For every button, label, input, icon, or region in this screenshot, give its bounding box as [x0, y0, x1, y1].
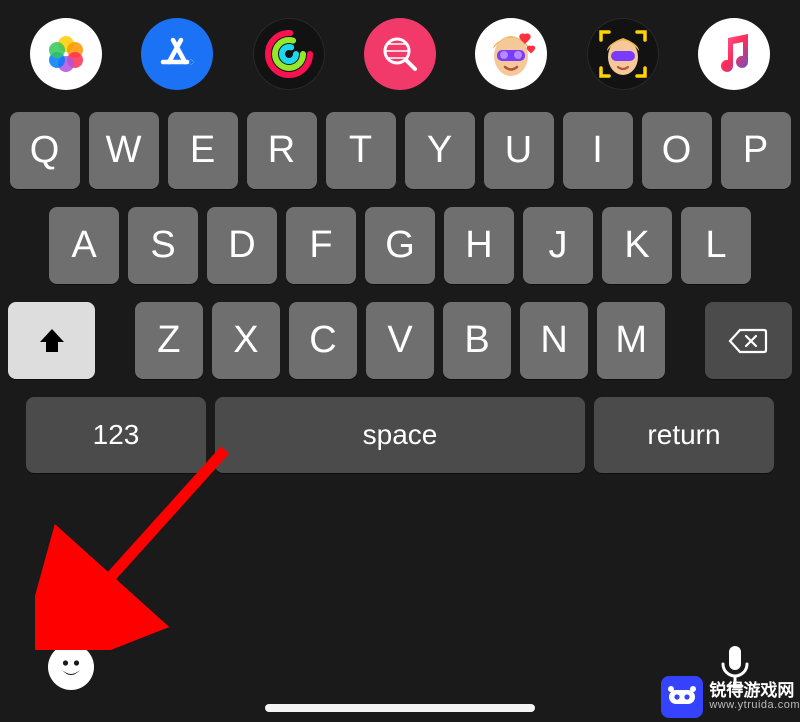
home-indicator[interactable]	[265, 704, 535, 712]
watermark-name: 锐得游戏网	[709, 682, 800, 700]
key-c[interactable]: C	[289, 302, 357, 379]
key-label: W	[106, 129, 142, 172]
key-label: C	[309, 319, 336, 362]
return-key[interactable]: return	[594, 397, 774, 473]
key-label: P	[743, 129, 768, 172]
key-x[interactable]: X	[212, 302, 280, 379]
memoji-1-app-icon[interactable]	[475, 18, 547, 90]
key-label: F	[309, 224, 332, 267]
app-store-icon	[155, 32, 199, 76]
key-label: K	[624, 224, 649, 267]
keyboard: Q W E R T Y U I O P A S D F G H J K L Z …	[0, 102, 800, 473]
key-label: H	[465, 224, 492, 267]
key-label: R	[268, 129, 295, 172]
key-e[interactable]: E	[168, 112, 238, 189]
app-store-app-icon[interactable]	[141, 18, 213, 90]
emoji-smile-icon	[53, 649, 89, 685]
search-globe-icon	[378, 32, 422, 76]
key-z[interactable]: Z	[135, 302, 203, 379]
key-q[interactable]: Q	[10, 112, 80, 189]
backspace-icon	[728, 326, 768, 356]
key-r[interactable]: R	[247, 112, 317, 189]
emoji-keyboard-button[interactable]	[48, 644, 94, 690]
space-key[interactable]: space	[215, 397, 585, 473]
spacer	[104, 302, 125, 379]
memoji-2-app-icon[interactable]	[587, 18, 659, 90]
key-label: U	[505, 129, 532, 172]
key-row-3: Z X C V B N M	[8, 302, 792, 379]
key-w[interactable]: W	[89, 112, 159, 189]
key-label: G	[385, 224, 415, 267]
key-label: M	[615, 319, 647, 362]
shift-key[interactable]	[8, 302, 95, 379]
key-v[interactable]: V	[366, 302, 434, 379]
watermark-logo-icon	[661, 676, 703, 718]
key-label: A	[71, 224, 96, 267]
key-i[interactable]: I	[563, 112, 633, 189]
activity-rings-icon	[263, 28, 315, 80]
key-label: Z	[157, 319, 180, 362]
key-p[interactable]: P	[721, 112, 791, 189]
key-label: V	[387, 319, 412, 362]
app-tray	[0, 0, 800, 102]
key-y[interactable]: Y	[405, 112, 475, 189]
key-label: D	[228, 224, 255, 267]
key-j[interactable]: J	[523, 207, 593, 284]
key-t[interactable]: T	[326, 112, 396, 189]
key-label: O	[662, 129, 692, 172]
key-h[interactable]: H	[444, 207, 514, 284]
key-label: Y	[427, 129, 452, 172]
search-app-icon[interactable]	[364, 18, 436, 90]
key-row-fn: 123 space return	[8, 397, 792, 473]
key-d[interactable]: D	[207, 207, 277, 284]
key-label: L	[705, 224, 726, 267]
key-label: S	[150, 224, 175, 267]
key-label: X	[233, 319, 258, 362]
key-u[interactable]: U	[484, 112, 554, 189]
photos-icon	[44, 32, 88, 76]
key-a[interactable]: A	[49, 207, 119, 284]
key-label: 123	[93, 419, 140, 451]
key-f[interactable]: F	[286, 207, 356, 284]
shift-icon	[37, 326, 67, 356]
delete-key[interactable]	[705, 302, 792, 379]
key-o[interactable]: O	[642, 112, 712, 189]
key-label: T	[349, 129, 372, 172]
watermark-url: www.ytruida.com	[709, 700, 800, 712]
key-label: N	[540, 319, 567, 362]
key-m[interactable]: M	[597, 302, 665, 379]
photos-app-icon[interactable]	[30, 18, 102, 90]
key-label: J	[549, 224, 568, 267]
key-g[interactable]: G	[365, 207, 435, 284]
key-label: B	[464, 319, 489, 362]
key-l[interactable]: L	[681, 207, 751, 284]
watermark-text: 锐得游戏网 www.ytruida.com	[709, 682, 800, 711]
key-row-1: Q W E R T Y U I O P	[8, 112, 792, 189]
key-label: E	[190, 129, 215, 172]
key-label: space	[363, 419, 438, 451]
activity-app-icon[interactable]	[253, 18, 325, 90]
spacer	[674, 302, 695, 379]
music-app-icon[interactable]	[698, 18, 770, 90]
key-b[interactable]: B	[443, 302, 511, 379]
key-label: Q	[30, 129, 60, 172]
key-label: I	[592, 129, 603, 172]
key-k[interactable]: K	[602, 207, 672, 284]
key-n[interactable]: N	[520, 302, 588, 379]
key-row-2: A S D F G H J K L	[8, 207, 792, 284]
source-watermark: 锐得游戏网 www.ytruida.com	[661, 676, 800, 718]
key-label: return	[647, 419, 720, 451]
numbers-key[interactable]: 123	[26, 397, 206, 473]
key-s[interactable]: S	[128, 207, 198, 284]
music-note-icon	[714, 32, 754, 76]
memoji-icon	[481, 24, 541, 84]
memoji-scan-icon	[593, 24, 653, 84]
